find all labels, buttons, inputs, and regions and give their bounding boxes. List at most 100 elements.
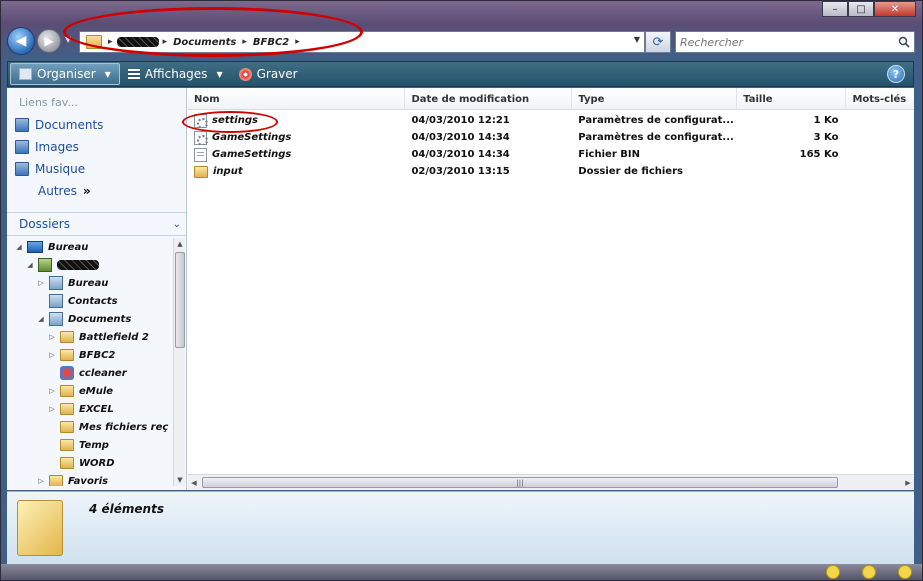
tree-item[interactable]: ◢ Documents xyxy=(7,310,173,328)
favorite-link-documents[interactable]: Documents xyxy=(7,114,187,136)
minimize-button[interactable]: – xyxy=(822,1,848,17)
tree-item[interactable]: ◢ Bureau xyxy=(7,238,173,256)
tree-item[interactable]: Temp xyxy=(7,436,173,454)
file-list: Nom Date de modification Type Taille Mot… xyxy=(182,88,914,490)
help-button[interactable]: ? xyxy=(887,65,905,83)
file-name-cell: GameSettings xyxy=(188,147,405,162)
tree-item[interactable]: Mes fichiers reç xyxy=(7,418,173,436)
scroll-thumb[interactable]: ||| xyxy=(202,477,838,488)
expand-arrow-icon[interactable]: ▷ xyxy=(48,351,56,359)
expand-arrow-icon[interactable]: ▷ xyxy=(48,333,56,341)
tree-item[interactable]: WORD xyxy=(7,454,173,472)
folder-icon xyxy=(49,475,63,486)
scroll-thumb[interactable] xyxy=(175,252,185,348)
folder-icon xyxy=(60,349,74,361)
close-button[interactable]: ✕ xyxy=(874,1,916,17)
folder-icon xyxy=(60,421,74,433)
tree-item-label: Bureau xyxy=(68,277,109,289)
maximize-button[interactable]: □ xyxy=(848,1,874,17)
folder-icon xyxy=(60,331,74,343)
organize-button[interactable]: Organiser ▼ xyxy=(10,63,120,85)
search-icon[interactable] xyxy=(894,36,914,48)
column-header-type[interactable]: Type xyxy=(572,88,738,110)
folder-icon xyxy=(60,385,74,397)
back-button[interactable]: ◀ xyxy=(7,27,35,55)
file-row[interactable]: settings 04/03/2010 12:21 Paramètres de co… xyxy=(188,112,914,129)
music-icon xyxy=(15,162,29,176)
folders-header[interactable]: Dossiers ⌄ xyxy=(7,212,187,236)
favorite-links: Liens fav... Documents Images Musique Au… xyxy=(7,96,187,202)
chevron-down-icon: ▼ xyxy=(104,69,111,79)
expand-arrow-icon[interactable]: ▷ xyxy=(37,477,45,485)
tree-item[interactable]: Contacts xyxy=(7,292,173,310)
expand-arrow-icon[interactable]: ▷ xyxy=(37,279,45,287)
tree-item[interactable]: ▷ Battlefield 2 xyxy=(7,328,173,346)
column-header-tags[interactable]: Mots-clés xyxy=(846,88,914,110)
address-dropdown-icon[interactable]: ▼ xyxy=(634,35,640,44)
search-input[interactable] xyxy=(676,33,894,51)
collapse-arrow-icon[interactable]: ◢ xyxy=(37,315,45,323)
forward-button[interactable]: ▶ xyxy=(37,29,61,53)
collapse-arrow-icon[interactable]: ◢ xyxy=(15,243,23,251)
tree-item[interactable]: ▷ eMule xyxy=(7,382,173,400)
chevron-down-icon: ⌄ xyxy=(172,218,181,230)
views-button[interactable]: Affichages ▼ xyxy=(120,63,231,85)
scroll-down-arrow[interactable]: ▼ xyxy=(174,474,186,486)
horizontal-scrollbar[interactable]: ◀ ||| ▶ xyxy=(188,474,914,490)
tree-item[interactable]: ccleaner xyxy=(7,364,173,382)
views-icon xyxy=(127,68,140,80)
tree-item[interactable]: ▷ BFBC2 xyxy=(7,346,173,364)
search-box[interactable] xyxy=(675,31,915,53)
column-header-name[interactable]: Nom xyxy=(188,88,406,110)
refresh-button[interactable]: ⟳ xyxy=(645,31,671,53)
tree-item-label: eMule xyxy=(79,385,114,397)
file-date-cell: 02/03/2010 13:15 xyxy=(411,166,510,177)
explorer-window: – □ ✕ ◀ ▶ ▼ ▸ ▸ Documents ▸ BFBC2 ▸ ▼ ⟳ xyxy=(0,0,923,581)
file-row[interactable]: input 02/03/2010 13:15 Dossier de fichiers xyxy=(188,163,914,180)
tree-vertical-scrollbar[interactable]: ▲ ▼ xyxy=(173,238,185,486)
file-rows: settings 04/03/2010 12:21 Paramètres de co… xyxy=(188,112,914,180)
tree-item[interactable]: ▷ Favoris xyxy=(7,472,173,486)
file-size-cell: 165 Ko xyxy=(799,149,839,160)
tree-item-label: Bureau xyxy=(48,241,89,253)
file-name-cell: input xyxy=(188,165,405,178)
file-type-cell: Paramètres de configurat... xyxy=(578,115,734,126)
taskbar-strip xyxy=(1,564,922,580)
scroll-left-arrow[interactable]: ◀ xyxy=(188,475,200,491)
favorite-links-header: Liens fav... xyxy=(19,96,78,109)
favorite-link-music[interactable]: Musique xyxy=(7,158,187,180)
folder-icon xyxy=(60,439,74,451)
scroll-right-arrow[interactable]: ▶ xyxy=(902,475,914,491)
expand-arrow-icon[interactable]: ▷ xyxy=(48,387,56,395)
tree-item[interactable]: ◢ xyxy=(7,256,173,274)
file-type-cell: Fichier BIN xyxy=(578,149,640,160)
favorite-links-more[interactable]: Autres » xyxy=(7,180,187,202)
documents-icon xyxy=(15,118,29,132)
command-toolbar: Organiser ▼ Affichages ▼ Graver ? xyxy=(7,61,914,87)
expand-arrow-icon[interactable]: ▷ xyxy=(48,405,56,413)
favorite-link-label: Documents xyxy=(35,118,104,132)
file-name: GameSettings xyxy=(212,149,292,160)
folder-icon xyxy=(17,500,63,556)
burn-button[interactable]: Graver xyxy=(231,63,306,85)
file-row[interactable]: GameSettings 04/03/2010 14:34 Fichier BIN 1… xyxy=(188,146,914,163)
more-label: Autres xyxy=(38,184,77,198)
red-annotation-circle xyxy=(182,111,278,133)
scroll-up-arrow[interactable]: ▲ xyxy=(174,238,186,250)
tree-item[interactable]: ▷ Bureau xyxy=(7,274,173,292)
tree-item[interactable]: ▷ EXCEL xyxy=(7,400,173,418)
tree-item-label: Temp xyxy=(79,439,109,451)
burn-label: Graver xyxy=(256,67,298,81)
favorite-link-images[interactable]: Images xyxy=(7,136,187,158)
desktop-icon xyxy=(27,241,43,253)
file-date-cell: 04/03/2010 12:21 xyxy=(411,115,510,126)
tree-item-label: Documents xyxy=(68,313,132,325)
column-header-size[interactable]: Taille xyxy=(737,88,847,110)
images-icon xyxy=(15,140,29,154)
folder-icon xyxy=(60,457,74,469)
organize-icon xyxy=(19,68,32,80)
burn-disc-icon xyxy=(238,67,252,81)
collapse-arrow-icon[interactable]: ◢ xyxy=(26,261,34,269)
column-header-date[interactable]: Date de modification xyxy=(405,88,573,110)
file-row[interactable]: GameSettings 04/03/2010 14:34 Paramètres d… xyxy=(188,129,914,146)
